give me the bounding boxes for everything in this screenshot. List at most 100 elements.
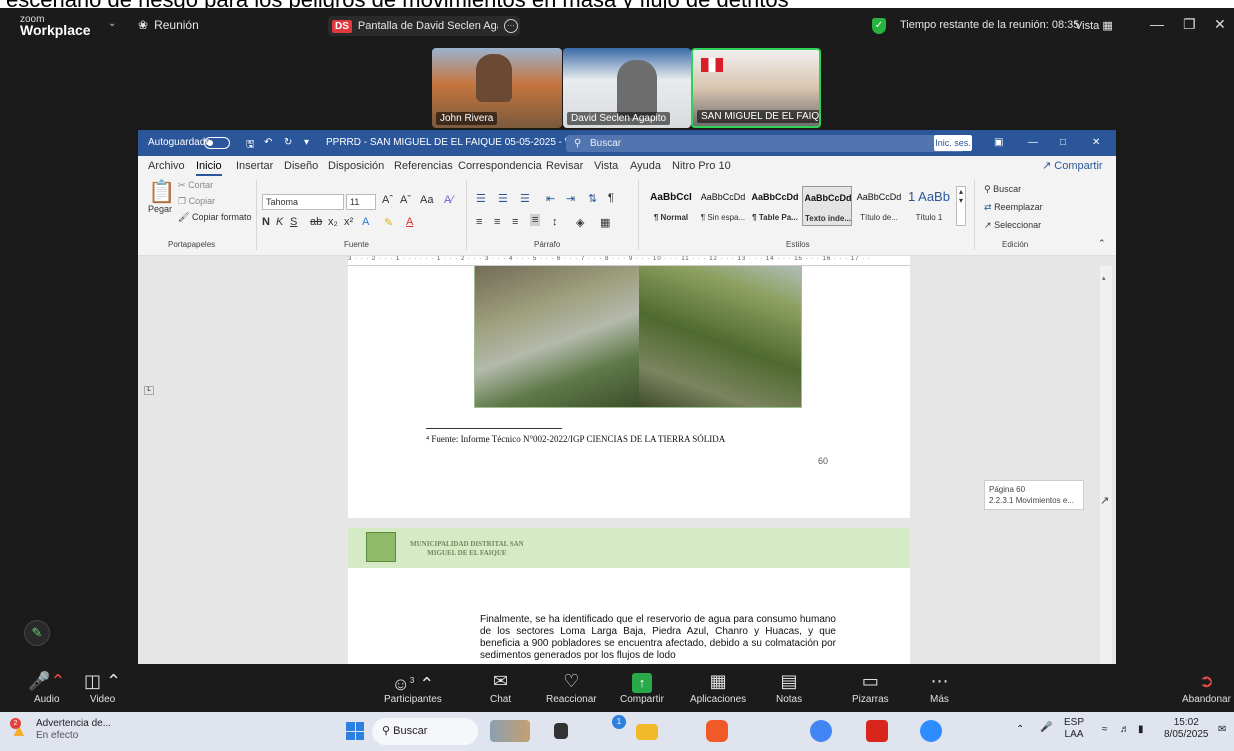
tab-selector-icon[interactable]: L (144, 386, 154, 395)
video-tile-1[interactable]: John Rivera (432, 48, 562, 128)
tab-ayuda[interactable]: Ayuda (630, 160, 661, 172)
participants-button[interactable]: ☺3 ⌃ Participantes (384, 670, 442, 705)
video-tile-2[interactable]: David Seclen Agapito (563, 48, 691, 128)
scroll-up-icon[interactable]: ▴ (1102, 274, 1110, 282)
view-button[interactable]: Vista ▦ (1075, 19, 1113, 32)
shading-icon[interactable]: ◈ (576, 216, 584, 229)
autosave-toggle[interactable] (204, 137, 230, 149)
mic-icon[interactable]: 🎤 (1040, 722, 1052, 734)
brave-browser-icon[interactable] (706, 720, 728, 742)
restore-icon[interactable]: ❐ (1183, 16, 1196, 33)
superscript-icon[interactable]: x² (344, 216, 353, 228)
numbering-icon[interactable]: ☰ (498, 192, 508, 205)
subscript-icon[interactable]: x₂ (328, 216, 338, 228)
signin-button[interactable]: Inic. ses. (934, 135, 972, 151)
tab-vista[interactable]: Vista (594, 160, 618, 172)
increase-indent-icon[interactable]: ⇥ (566, 192, 575, 205)
shield-check-icon[interactable]: ✓ (872, 18, 886, 34)
font-name-input[interactable]: Tahoma (262, 194, 344, 210)
replace-button[interactable]: ⇄ Reemplazar (984, 202, 1043, 213)
clear-format-icon[interactable]: A∕ (444, 194, 453, 206)
task-view-icon[interactable] (554, 723, 568, 739)
style-titulo-de[interactable]: AaBbCcDd Título de... (854, 186, 904, 226)
tab-correspondencia[interactable]: Correspondencia (458, 160, 542, 172)
chevron-down-icon[interactable]: ⌄ (108, 18, 116, 29)
volume-icon[interactable]: ♬ (1120, 724, 1130, 736)
customize-icon[interactable]: ▾ (304, 137, 309, 148)
bold-icon[interactable]: N (262, 216, 270, 228)
word-close-icon[interactable]: ✕ (1092, 137, 1100, 148)
zoom-app-icon[interactable] (920, 720, 942, 742)
horizontal-ruler[interactable]: 3 · · · 2 · · · 1 · · · · · · 1 · · · 2 … (348, 256, 910, 266)
more-options-icon[interactable]: ··· (503, 19, 518, 33)
wifi-icon[interactable]: ≈ (1102, 724, 1108, 736)
audio-button[interactable]: 🎤⌃ Audio (28, 670, 66, 705)
tab-nitro[interactable]: Nitro Pro 10 (672, 160, 731, 172)
copy-button[interactable]: ❐ Copiar (178, 196, 215, 207)
word-minimize-icon[interactable]: — (1028, 137, 1038, 148)
paste-button[interactable]: 📋 Pegar (148, 180, 175, 215)
italic-icon[interactable]: K (276, 216, 283, 228)
underline-icon[interactable]: S (290, 216, 297, 228)
chrome-icon[interactable] (810, 720, 832, 742)
more-button[interactable]: ⋯ Más (930, 670, 949, 705)
strikethrough-icon[interactable]: ab (310, 216, 322, 228)
tab-revisar[interactable]: Revisar (546, 160, 583, 172)
close-icon[interactable]: ✕ (1214, 16, 1226, 33)
undo-icon[interactable]: ↶ (264, 137, 272, 148)
tray-chevron-icon[interactable]: ⌃ (1016, 724, 1024, 736)
sort-icon[interactable]: ⇅ (588, 192, 597, 205)
word-search-box[interactable]: ⚲ Buscar (566, 135, 964, 152)
leave-button[interactable]: ➲ Abandonar (1182, 670, 1231, 705)
document-page-61[interactable]: MUNICIPALIDAD DISTRITAL SAN MIGUEL DE EL… (348, 528, 910, 664)
find-button[interactable]: ⚲ Buscar (984, 184, 1021, 195)
share-button[interactable]: ↗ Compartir (1042, 159, 1103, 172)
decrease-indent-icon[interactable]: ⇤ (546, 192, 555, 205)
style-sin-espaciado[interactable]: AaBbCcDd ¶ Sin espa... (698, 186, 748, 226)
style-texto-independiente[interactable]: AaBbCcDd Texto inde... (802, 186, 852, 226)
whiteboards-button[interactable]: ▭ Pizarras (852, 670, 889, 705)
tab-inicio[interactable]: Inicio (196, 160, 222, 176)
tab-referencias[interactable]: Referencias (394, 160, 453, 172)
collapse-ribbon-icon[interactable]: ⌃ (1098, 238, 1106, 249)
font-size-input[interactable]: 11 (346, 194, 376, 210)
style-table-paragraph[interactable]: AaBbCcDd ¶ Table Pa... (750, 186, 800, 226)
bullets-icon[interactable]: ☰ (476, 192, 486, 205)
font-color-icon[interactable]: A (406, 216, 413, 228)
document-page-60[interactable]: ⁴ Fuente: Informe Técnico N°002-2022/IGP… (348, 256, 910, 518)
windows-start-icon[interactable] (346, 722, 364, 740)
tab-insertar[interactable]: Insertar (236, 160, 273, 172)
select-button[interactable]: ↗ Seleccionar (984, 220, 1041, 231)
line-spacing-icon[interactable]: ↕ (552, 216, 558, 228)
highlight-icon[interactable]: ✎ (384, 216, 393, 229)
battery-icon[interactable]: ▮ (1138, 724, 1144, 736)
share-screen-button[interactable]: ↑ Compartir (620, 670, 664, 705)
multilevel-icon[interactable]: ☰ (520, 192, 530, 205)
tab-diseno[interactable]: Diseño (284, 160, 318, 172)
video-button[interactable]: ◫ ⌃ Video (84, 670, 121, 705)
save-icon[interactable]: 🖫 (246, 137, 255, 154)
chat-button[interactable]: ✉ Chat (490, 670, 511, 705)
apps-button[interactable]: ▦ Aplicaciones (690, 670, 746, 705)
shared-screen-pill[interactable]: DS Pantalla de David Seclen Agapito ··· (328, 16, 520, 36)
acrobat-icon[interactable] (866, 720, 888, 742)
align-left-icon[interactable]: ≡ (476, 216, 482, 228)
style-titulo-1[interactable]: 1 AaBb Título 1 (904, 186, 954, 226)
react-button[interactable]: ♡ Reaccionar (546, 670, 597, 705)
cut-button[interactable]: ✂ Cortar (178, 180, 213, 191)
annotate-pen-icon[interactable]: ✎ (24, 620, 50, 646)
notifications-bell-icon[interactable]: ✉ (1218, 724, 1226, 736)
word-maximize-icon[interactable]: □ (1060, 137, 1066, 148)
styles-scroll[interactable]: ▴ ▾ (956, 186, 966, 226)
language-indicator[interactable]: ESP LAA (1064, 717, 1084, 741)
video-tile-3-active[interactable]: SAN MIGUEL DE EL FAIQUE (691, 48, 821, 128)
text-effects-icon[interactable]: A (362, 216, 369, 228)
notes-button[interactable]: ▤ Notas (776, 670, 802, 705)
justify-icon[interactable]: ≡ (530, 214, 541, 226)
clock[interactable]: 15:02 8/05/2025 (1164, 717, 1209, 741)
change-case-icon[interactable]: Aa (420, 194, 433, 206)
borders-icon[interactable]: ▦ (600, 216, 610, 229)
format-painter-button[interactable]: 🖌 Copiar formato (178, 212, 251, 223)
redo-icon[interactable]: ↻ (284, 137, 292, 148)
meeting-menu[interactable]: ❀ Reunión (138, 18, 199, 32)
